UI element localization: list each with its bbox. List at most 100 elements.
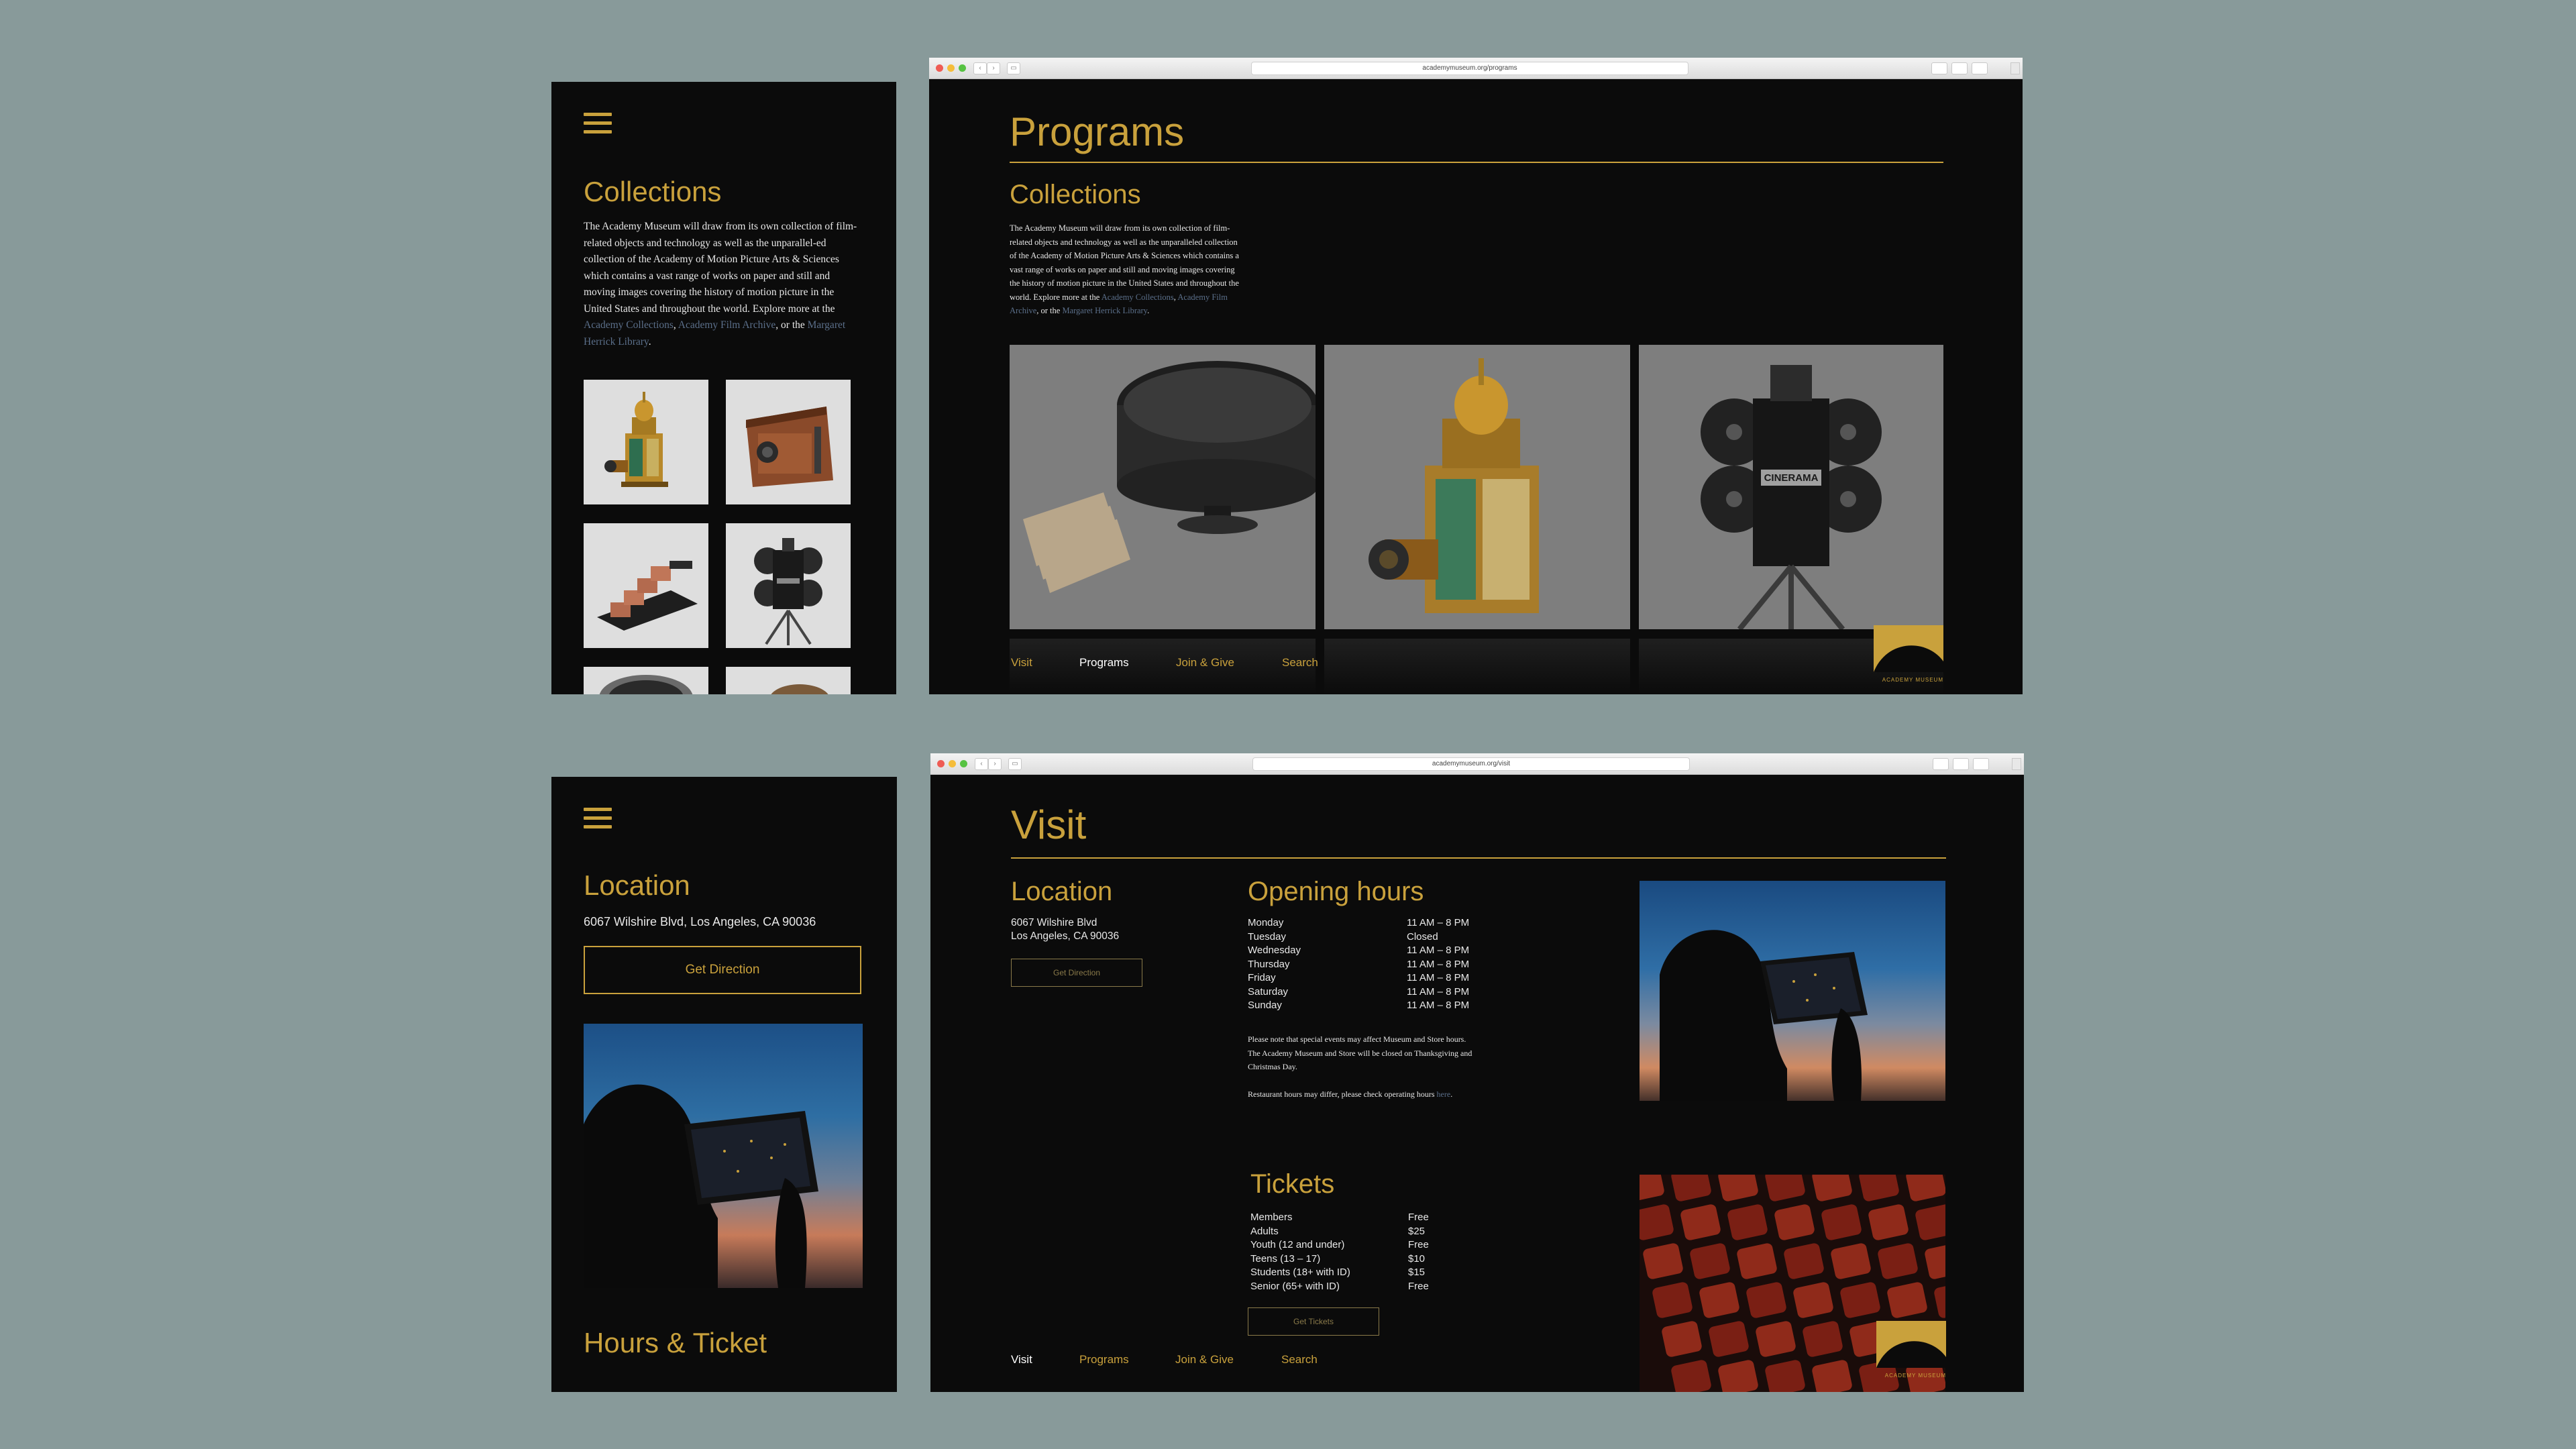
collection-item-partial-right[interactable] [726,667,851,694]
sidebar-toggle-icon[interactable]: ▭ [1007,62,1020,74]
academy-museum-logo[interactable]: ACADEMY MUSEUM [1876,1321,1946,1379]
back-button[interactable]: ‹ [973,62,987,74]
extensions-icon[interactable] [1933,758,1949,770]
visit-photo-tablet [1640,881,1945,1101]
opening-hours-table: Monday 11 AM – 8 PM Tuesday Closed Wednesday… [1248,916,1469,1013]
browser-toolbar: ‹ › ▭ academymuseum.org/visit [930,753,2024,775]
mobile-collections-panel: Collections The Academy Museum will draw… [551,82,896,694]
ticket-row: Members Free [1250,1211,1429,1225]
nav-visit[interactable]: Visit [1011,656,1079,669]
tabs-icon[interactable] [1973,758,1989,770]
hours-time: 11 AM – 8 PM [1407,985,1470,998]
theater-seat [1746,1282,1786,1318]
get-direction-button[interactable]: Get Direction [1011,959,1142,987]
theater-seat [1737,1243,1777,1279]
minimize-window-icon[interactable] [947,64,955,72]
tabs-icon[interactable] [1972,62,1988,74]
location-title: Location [584,869,690,901]
hours-row: Saturday 11 AM – 8 PM [1248,985,1469,1000]
main-navigation: Visit Programs Join & Give Search [1011,1353,1318,1366]
ticket-row: Youth (12 and under) Free [1250,1238,1429,1252]
resize-corner-icon[interactable] [2012,758,2021,770]
nav-search[interactable]: Search [1281,1353,1318,1366]
collection-item-cinerama-camera[interactable]: CINERAMA [1639,345,1943,629]
nav-search[interactable]: Search [1282,656,1318,669]
get-tickets-button[interactable]: Get Tickets [1248,1307,1379,1336]
theater-seat [1640,1204,1674,1240]
maximize-window-icon[interactable] [959,64,966,72]
share-icon[interactable] [1953,758,1969,770]
hours-time: 11 AM – 8 PM [1407,1000,1470,1011]
theater-seat [1906,1175,1945,1201]
academy-film-archive-link[interactable]: Academy Film Archive [678,319,776,331]
collection-item-wooden-camera[interactable] [726,380,851,504]
restaurant-hours-link[interactable]: here [1437,1089,1451,1099]
academy-collections-link[interactable]: Academy Collections [1102,292,1174,302]
theater-seat [1765,1360,1805,1392]
forward-button[interactable]: › [987,62,1000,74]
section-title: Collections [584,176,722,207]
hours-day: Monday [1248,917,1284,928]
collection-item-zoetrope[interactable] [1010,345,1316,629]
address-bar[interactable]: academymuseum.org/visit [1252,757,1690,771]
desktop-programs-panel: ‹ › ▭ academymuseum.org/programs Program… [929,58,2023,694]
academy-museum-logo[interactable]: ACADEMY MUSEUM [1874,625,1943,683]
hours-row: Sunday 11 AM – 8 PM [1248,999,1469,1013]
close-window-icon[interactable] [936,64,943,72]
address-bar[interactable]: academymuseum.org/programs [1251,62,1688,75]
maximize-window-icon[interactable] [960,760,967,767]
collection-item-cinerama-camera[interactable] [726,523,851,648]
silhouette-tablet-image [584,1084,818,1288]
theater-seat [1925,1243,1945,1279]
margaret-herrick-library-link[interactable]: Margaret Herrick Library [1062,306,1147,315]
theater-seat [1662,1321,1702,1357]
ticket-label: Senior (65+ with ID) [1250,1280,1340,1292]
nav-join-give[interactable]: Join & Give [1176,656,1282,669]
academy-collections-link[interactable]: Academy Collections [584,319,674,331]
hours-row: Wednesday 11 AM – 8 PM [1248,944,1469,958]
hamburger-menu-icon[interactable] [584,808,612,828]
theater-seat [1878,1243,1918,1279]
extensions-icon[interactable] [1931,62,1947,74]
page-title: Visit [1011,802,1087,847]
nav-programs[interactable]: Programs [1079,656,1176,669]
hours-day: Wednesday [1248,945,1301,956]
sidebar-toggle-icon[interactable]: ▭ [1008,758,1022,770]
theater-seat [1671,1360,1711,1392]
collections-description: The Academy Museum will draw from its ow… [1010,223,1239,315]
theater-seat [1765,1175,1805,1201]
theater-seat [1812,1360,1852,1392]
zoetrope-image [1023,361,1316,593]
cinerama-camera-image: CINERAMA [1701,365,1882,629]
restaurant-note: Restaurant hours may differ, please chec… [1248,1089,1453,1099]
collection-item-ornate-projector[interactable] [1324,345,1630,629]
theater-seat [1640,1175,1664,1201]
minimize-window-icon[interactable] [949,760,956,767]
share-icon[interactable] [1951,62,1968,74]
address-line-1: 6067 Wilshire Blvd [1011,917,1097,928]
ticket-label: Students (18+ with ID) [1250,1267,1350,1278]
nav-programs[interactable]: Programs [1079,1353,1175,1366]
resize-corner-icon[interactable] [2010,62,2020,74]
theater-seat [1859,1175,1899,1201]
hamburger-menu-icon[interactable] [584,113,612,133]
collection-item-partial-left[interactable] [584,667,708,694]
ticket-price: Free [1408,1212,1429,1223]
get-direction-button[interactable]: Get Direction [584,946,861,994]
back-button[interactable]: ‹ [975,758,988,770]
forward-button[interactable]: › [988,758,1002,770]
nav-visit[interactable]: Visit [1011,1353,1079,1366]
theater-seat [1718,1175,1758,1201]
nav-join-give[interactable]: Join & Give [1175,1353,1281,1366]
collection-item-ornate-projector[interactable] [584,380,708,504]
desktop-visit-panel: ‹ › ▭ academymuseum.org/visit Visit Loca… [930,753,2024,1392]
ticket-row: Senior (65+ with ID) Free [1250,1280,1429,1294]
theater-seat [1699,1282,1739,1318]
hours-row: Friday 11 AM – 8 PM [1248,971,1469,985]
location-title: Location [1011,877,1113,906]
collection-item-stair-model[interactable] [584,523,708,648]
close-window-icon[interactable] [937,760,945,767]
ticket-label: Teens (13 – 17) [1250,1252,1321,1265]
title-divider [1011,857,1946,859]
silhouette-tablet-image [1660,930,1868,1101]
